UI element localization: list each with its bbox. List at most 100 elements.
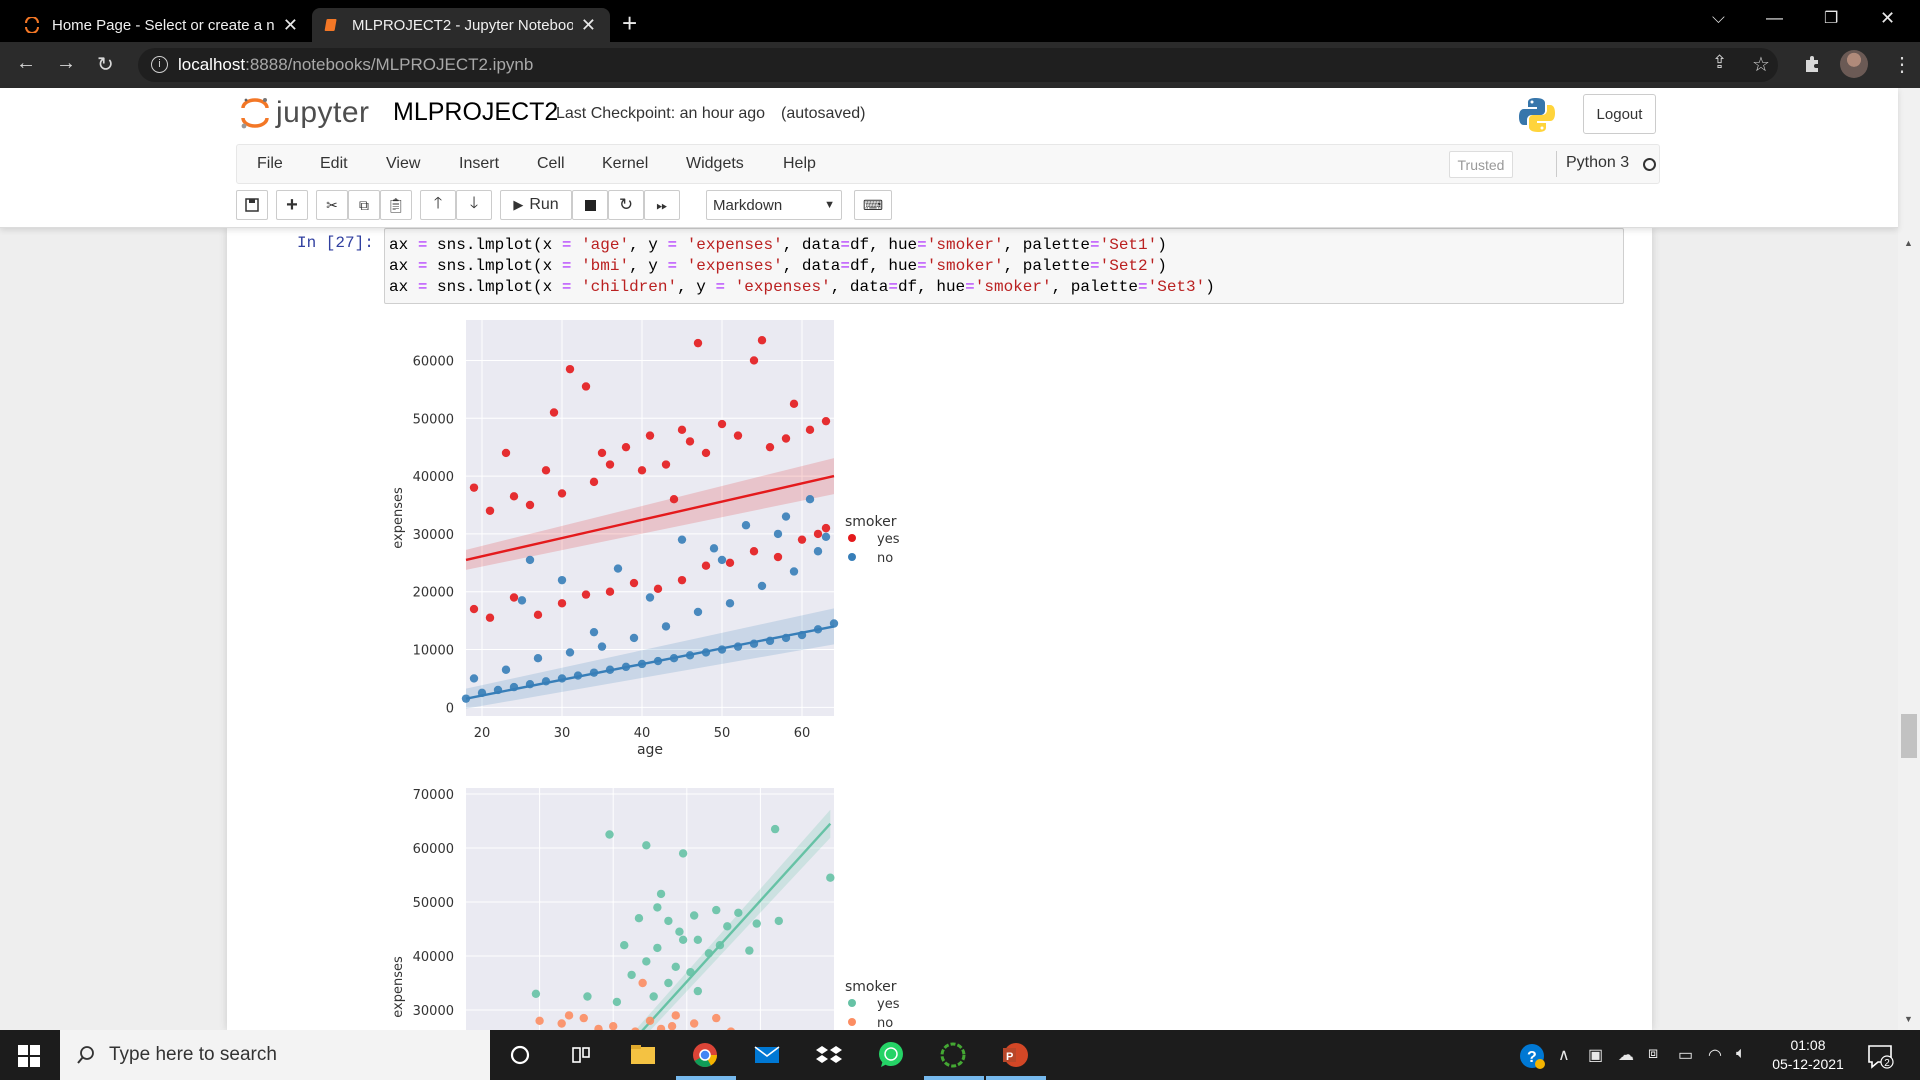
extensions-puzzle-icon[interactable]: [1802, 54, 1822, 74]
data-point-yes: [621, 442, 631, 452]
data-point-no: [638, 978, 647, 988]
kernel-name[interactable]: Python 3: [1566, 154, 1629, 172]
restore-icon[interactable]: ❐: [1824, 8, 1838, 28]
scroll-up-icon[interactable]: ▲: [1904, 238, 1913, 248]
scrollbar-thumb[interactable]: [1901, 714, 1917, 758]
notebook-name[interactable]: MLPROJECT2: [393, 98, 558, 127]
reload-icon[interactable]: ↻: [97, 52, 114, 77]
cortana-icon[interactable]: [505, 1040, 535, 1070]
save-icon: [245, 198, 259, 212]
help-icon[interactable]: ?: [1518, 1042, 1546, 1070]
data-point-no: [781, 512, 791, 521]
data-point-no: [813, 547, 823, 556]
bookmark-star-icon[interactable]: ☆: [1752, 52, 1770, 77]
y-tick-label: 50000: [413, 896, 454, 911]
restart-run-all-button[interactable]: ⏩︎: [644, 190, 680, 220]
chrome-menu-icon[interactable]: ⋮: [1892, 52, 1912, 77]
fast-forward-icon: ⏩︎: [656, 196, 668, 213]
wifi-icon[interactable]: ◠: [1708, 1045, 1722, 1065]
age-expenses-chart: [461, 320, 839, 716]
volume-icon[interactable]: 🔈︎: [1736, 1045, 1746, 1063]
tab-close-icon[interactable]: ✕: [283, 15, 298, 36]
show-hidden-icons-icon[interactable]: ∧: [1558, 1045, 1570, 1065]
file-explorer-icon[interactable]: [628, 1040, 658, 1070]
battery-icon[interactable]: ▭: [1678, 1045, 1693, 1065]
notebook-menubar: File Edit View Insert Cell Kernel Widget…: [236, 144, 1660, 184]
taskbar-search-box[interactable]: Type here to search: [60, 1030, 490, 1080]
menu-insert[interactable]: Insert: [459, 155, 499, 173]
logout-button[interactable]: Logout: [1583, 94, 1656, 134]
menu-help[interactable]: Help: [783, 155, 816, 173]
windows-start-icon[interactable]: [18, 1045, 40, 1067]
cell-type-select[interactable]: Markdown ▼: [706, 190, 842, 220]
paste-button[interactable]: 📋︎: [380, 190, 412, 220]
data-point-no: [717, 555, 727, 565]
y-tick-label: 10000: [413, 644, 454, 659]
forward-icon[interactable]: →: [56, 52, 76, 75]
data-point-yes: [620, 941, 629, 950]
scroll-down-icon[interactable]: ▼: [1904, 1014, 1913, 1024]
tab-search-chevron-icon[interactable]: ⌵: [1712, 8, 1725, 28]
task-view-icon[interactable]: [566, 1040, 596, 1070]
display-icon[interactable]: ⧈: [1648, 1045, 1658, 1063]
bmi-expenses-chart: [466, 788, 835, 1030]
restart-button[interactable]: ↻: [608, 190, 644, 220]
jupyter-favicon-icon: [25, 17, 39, 33]
legend-marker-no: [848, 553, 856, 561]
menu-file[interactable]: File: [257, 155, 283, 173]
site-info-icon[interactable]: i: [151, 56, 168, 73]
command-palette-button[interactable]: ⌨: [854, 190, 892, 220]
jupyter-logo[interactable]: jupyter: [240, 96, 370, 130]
menu-widgets[interactable]: Widgets: [686, 155, 744, 173]
close-window-icon[interactable]: ✕: [1880, 8, 1895, 29]
menu-cell[interactable]: Cell: [537, 155, 565, 173]
move-up-button[interactable]: 🡑: [420, 190, 456, 220]
clock-date: 05-12-2021: [1772, 1056, 1844, 1072]
notifications-icon[interactable]: 2: [1866, 1042, 1894, 1070]
interrupt-button[interactable]: [572, 190, 608, 220]
autosave-status: (autosaved): [781, 105, 866, 122]
back-icon[interactable]: ←: [16, 52, 36, 75]
dropbox-icon[interactable]: [814, 1040, 844, 1070]
menu-kernel[interactable]: Kernel: [602, 155, 648, 173]
data-point-yes: [749, 547, 759, 556]
data-point-yes: [677, 425, 687, 435]
data-point-yes: [469, 604, 479, 614]
python-logo-icon: [1519, 98, 1555, 132]
new-tab-icon[interactable]: +: [622, 8, 637, 39]
meet-now-icon[interactable]: ▣: [1588, 1045, 1603, 1065]
whatsapp-icon[interactable]: [876, 1040, 906, 1070]
chrome-icon[interactable]: [690, 1040, 720, 1070]
move-down-button[interactable]: 🡓: [456, 190, 492, 220]
tab-home-page[interactable]: Home Page - Select or create a n ✕: [12, 8, 312, 42]
menu-view[interactable]: View: [386, 155, 420, 173]
tab-mlproject2[interactable]: MLPROJECT2 - Jupyter Notebook ✕: [312, 8, 610, 42]
menu-edit[interactable]: Edit: [320, 155, 348, 173]
mail-icon[interactable]: [752, 1040, 782, 1070]
tab-close-icon[interactable]: ✕: [581, 15, 596, 36]
arrow-down-icon: 🡓: [469, 194, 479, 212]
trusted-indicator[interactable]: Trusted: [1449, 151, 1513, 178]
share-icon[interactable]: ⇪: [1712, 52, 1727, 73]
run-button[interactable]: ▶ Run: [500, 190, 572, 220]
profile-avatar[interactable]: [1840, 50, 1868, 78]
data-point-yes: [749, 356, 759, 365]
cut-button[interactable]: ✂: [316, 190, 348, 220]
data-point-yes: [733, 431, 743, 440]
insert-cell-button[interactable]: +: [276, 190, 308, 220]
data-point-yes: [774, 916, 783, 926]
page-scrollbar[interactable]: ▲ ▼: [1898, 88, 1920, 1030]
data-point-yes: [664, 978, 673, 988]
address-bar[interactable]: i localhost:8888/notebooks/MLPROJECT2.ip…: [138, 48, 1778, 82]
onedrive-icon[interactable]: ☁: [1618, 1045, 1634, 1065]
data-point-yes: [752, 919, 761, 928]
minimize-icon[interactable]: —: [1766, 8, 1783, 28]
play-icon: ▶: [513, 197, 524, 212]
powerpoint-icon[interactable]: P: [1000, 1040, 1030, 1070]
data-point-yes: [605, 460, 615, 469]
save-button[interactable]: [236, 190, 268, 220]
taskbar-clock[interactable]: 01:08 05-12-2021: [1768, 1036, 1848, 1074]
anaconda-icon[interactable]: [938, 1040, 968, 1070]
copy-button[interactable]: ⧉: [348, 190, 380, 220]
data-point-yes: [745, 946, 754, 955]
